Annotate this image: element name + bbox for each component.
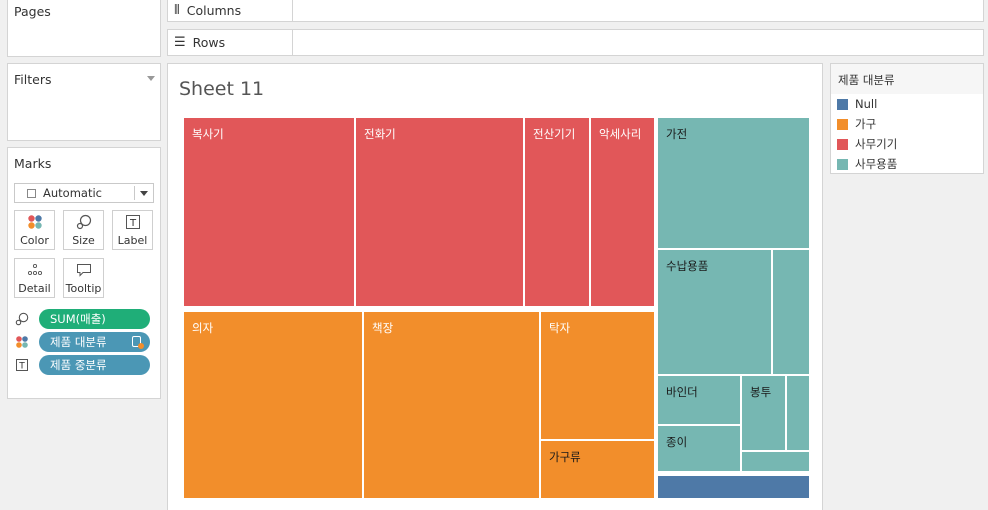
text-label-icon: T [125,213,141,231]
marks-pill-label: T 제품 중분류 [8,355,158,375]
treemap-tile[interactable]: 수납용품 [657,249,772,375]
treemap-tile[interactable]: 의자 [183,311,363,499]
treemap-tile-label: 전화기 [364,127,396,141]
legend-title[interactable]: 제품 대분류 [831,64,983,94]
shelf-divider [292,30,293,55]
marks-card: Marks Automatic Color Size T Label Detai… [7,147,161,399]
treemap-tile-label: 바인더 [666,385,698,399]
treemap-tile-label: 종이 [666,435,688,449]
treemap-tile[interactable] [786,375,810,451]
pill-text: SUM(매출) [50,312,106,326]
treemap-tile[interactable] [772,249,810,375]
dropdown-separator [134,186,135,200]
pill-product-category[interactable]: 제품 대분류 [39,332,150,352]
shelf-divider [292,0,293,21]
marks-title: Marks [14,156,52,171]
detail-icon [27,261,43,279]
legend-item-null[interactable]: Null [837,97,877,111]
treemap-tile-label: 봉투 [750,385,772,399]
legend-item-office-supplies[interactable]: 사무용품 [837,157,897,171]
legend-swatch [837,138,848,150]
legend-item-label: 사무기기 [855,137,898,151]
treemap-tile-label: 악세사리 [599,127,642,141]
legend-swatch [837,98,848,110]
pages-card[interactable]: Pages [7,0,161,57]
pill-text: 제품 중분류 [50,358,107,372]
filters-title: Filters [14,72,52,87]
pill-product-subcategory[interactable]: 제품 중분류 [39,355,150,375]
svg-text:T: T [128,218,136,229]
sort-color-icon [132,336,144,349]
treemap-tile-label: 책장 [372,321,394,335]
tooltip-button[interactable]: Tooltip [63,258,104,298]
size-button-label: Size [72,234,95,247]
label-icon: T [14,357,30,373]
detail-button[interactable]: Detail [14,258,55,298]
legend-item-label: 사무용품 [855,157,898,171]
treemap-tile[interactable]: 종이 [657,425,741,472]
marks-pill-color: 제품 대분류 [8,332,158,352]
treemap-tile[interactable]: 복사기 [183,117,355,307]
pill-sum-sales[interactable]: SUM(매출) [39,309,150,329]
sheet-view: Sheet 11 복사기 전화기 전산기기 악세사리 의자 책장 탁자 가구류 가전 수납용품 바인… [167,63,823,510]
columns-label: Columns [186,3,242,18]
svg-text:T: T [18,362,25,372]
rows-shelf-header: ☰ Rows [174,30,225,55]
treemap-tile-label: 의자 [192,321,214,335]
color-legend: 제품 대분류 Null 가구 사무기기 사무용품 [830,63,984,174]
color-button[interactable]: Color [14,210,55,250]
mark-type-dropdown[interactable]: Automatic [14,183,154,203]
treemap-tile-label: 수납용품 [666,259,709,273]
treemap: 복사기 전화기 전산기기 악세사리의자 책장 탁자가구류 가전수납용품바인더 봉투종이 [168,64,822,510]
size-button[interactable]: Size [63,210,104,250]
legend-swatch [837,158,848,170]
treemap-tile-label: 탁자 [549,321,571,335]
treemap-tile-label: 가전 [666,127,688,141]
treemap-tile[interactable] [657,475,810,499]
size-icon [14,311,30,327]
filters-menu-icon[interactable] [147,76,155,81]
treemap-tile[interactable]: 가전 [657,117,810,249]
legend-item-label: Null [855,97,878,111]
tooltip-button-label: Tooltip [65,282,102,295]
rows-icon: ☰ [174,35,186,50]
color-icon [14,334,30,350]
filters-card[interactable]: Filters [7,63,161,141]
pill-text: 제품 대분류 [50,335,107,349]
chevron-down-icon [140,191,148,196]
label-button[interactable]: T Label [112,210,153,250]
color-button-label: Color [20,234,49,247]
columns-shelf[interactable]: ⦀ Columns [167,0,984,22]
legend-item-furniture[interactable]: 가구 [837,117,876,131]
treemap-tile[interactable]: 전산기기 [524,117,590,307]
treemap-tile[interactable]: 악세사리 [590,117,655,307]
rows-label: Rows [192,35,226,50]
size-icon [76,213,92,231]
columns-shelf-header: ⦀ Columns [174,0,241,21]
treemap-tile[interactable]: 전화기 [355,117,524,307]
marks-pill-size: SUM(매출) [8,309,158,329]
treemap-tile[interactable]: 가구류 [540,440,655,499]
mark-type-label: Automatic [43,186,102,200]
pages-title: Pages [14,4,51,19]
detail-button-label: Detail [18,282,51,295]
legend-item-office-machines[interactable]: 사무기기 [837,137,897,151]
treemap-tile-label: 복사기 [192,127,224,141]
treemap-tile[interactable]: 바인더 [657,375,741,425]
rows-shelf[interactable]: ☰ Rows [167,29,984,56]
columns-icon: ⦀ [174,3,180,18]
treemap-tile[interactable]: 책장 [363,311,540,499]
legend-swatch [837,118,848,130]
treemap-tile[interactable]: 봉투 [741,375,786,451]
treemap-tile[interactable]: 탁자 [540,311,655,440]
treemap-tile[interactable] [741,451,810,472]
color-icon [27,213,43,231]
tooltip-icon [76,261,92,279]
label-button-label: Label [117,234,148,247]
treemap-tile-label: 가구류 [549,450,581,464]
mark-type-checkbox-icon [27,188,36,198]
legend-item-label: 가구 [855,117,877,131]
treemap-tile-label: 전산기기 [533,127,576,141]
